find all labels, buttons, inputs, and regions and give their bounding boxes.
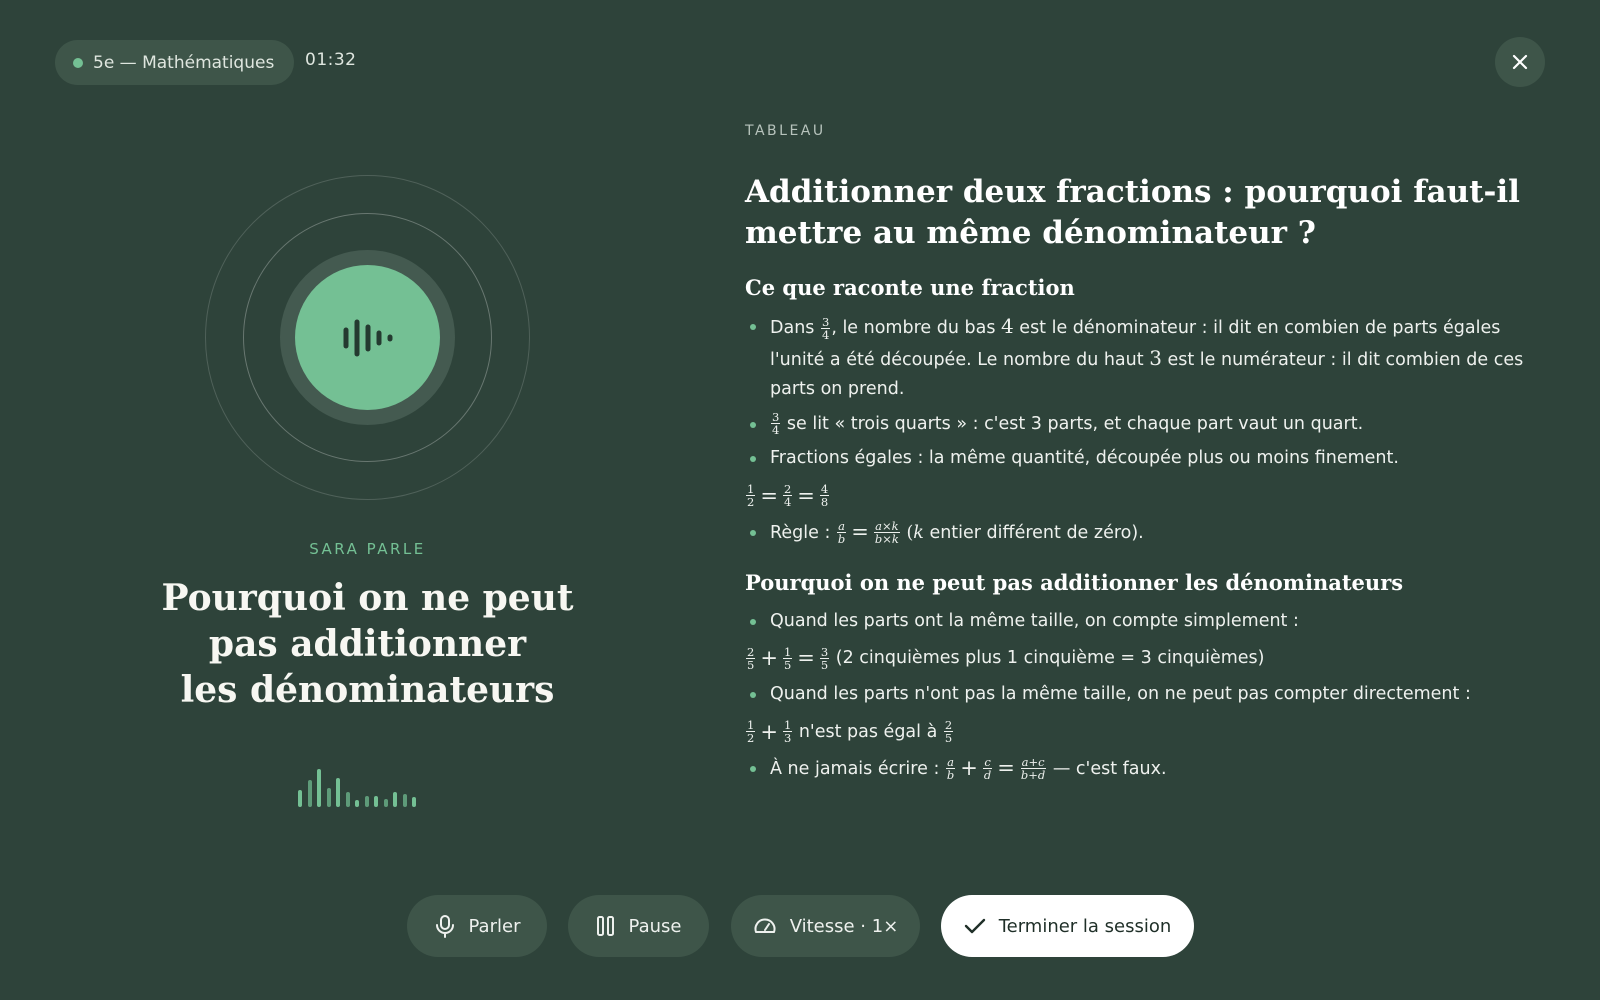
fraction-3-4: 34: [820, 314, 831, 342]
level-bar: [336, 778, 340, 807]
text: (2 cinquièmes plus 1 cinquième = 3 cinqu…: [830, 648, 1265, 669]
text: À ne jamais écrire :: [770, 758, 945, 779]
equation-same-denominator: 2 5 +1 5 = 3 5 (2 cinquièmes plus 1 cinquième …: [746, 644, 1265, 672]
fraction: ab: [837, 518, 847, 546]
text: Dans: [770, 318, 820, 338]
level-bar: [364, 796, 369, 807]
bullet-list: Dans 34, le nombre du bas 4 est le dénom…: [745, 312, 1555, 474]
pause-icon: [596, 916, 614, 936]
pause-button[interactable]: Pause: [568, 895, 709, 957]
pause-label: Pause: [628, 915, 682, 937]
talk-label: Parler: [468, 915, 521, 937]
bullet-list: Quand les parts n'ont pas la même taille…: [745, 680, 1555, 710]
close-button[interactable]: [1495, 37, 1545, 87]
math-number: 3: [1149, 345, 1162, 370]
subject-label: 5e — Mathématiques: [93, 52, 275, 73]
speed-label: Vitesse · 1×: [789, 915, 899, 937]
text: — c'est faux.: [1047, 758, 1167, 779]
voice-orb: [295, 265, 440, 410]
section-heading: Pourquoi on ne peut pas additionner les …: [745, 569, 1404, 595]
microphone-icon: [435, 915, 454, 938]
current-utterance: Pourquoi on ne peut pas additionner les …: [110, 575, 625, 713]
list-item: Quand les parts n'ont pas la même taille…: [745, 680, 1555, 710]
board-content: Ce que raconte une fraction Dans 34, le …: [745, 275, 1555, 789]
utterance-line: pas additionner: [208, 623, 527, 665]
level-bar: [307, 780, 312, 807]
list-item: 34 se lit « trois quarts » : c'est 3 par…: [745, 410, 1555, 440]
equation-not-equal: 1 2 +1 3 n'est pas égal à 25: [746, 718, 954, 746]
section-heading: Ce que raconte une fraction: [745, 275, 1075, 300]
finish-session-label: Terminer la session: [998, 915, 1172, 937]
list-item: Fractions égales : la même quantité, déc…: [745, 444, 1555, 474]
session-timer: 01:32: [305, 50, 357, 70]
bullet-list: Quand les parts ont la même taille, on c…: [745, 607, 1555, 637]
equation-equal-fractions: 1 2 = 2 4 = 4 8: [746, 482, 830, 509]
check-icon: [964, 918, 985, 934]
subject-pill: 5e — Mathématiques: [55, 40, 295, 85]
list-item: Quand les parts ont la même taille, on c…: [745, 607, 1555, 637]
bullet-list: À ne jamais écrire : a b + c d = a+c b+d — c'es…: [745, 754, 1555, 784]
voice-wave-icon: [343, 319, 392, 356]
session-controls: Parler Pause Vitesse · 1× Terminer la se…: [0, 895, 1600, 957]
board-title: Additionner deux fractions : pourquoi fa…: [745, 174, 1520, 251]
bullet-list: Règle : a b = a×k b×k (k entier différent de…: [745, 518, 1555, 548]
level-bar: [345, 792, 350, 807]
level-bar: [298, 790, 302, 807]
text: n'est pas égal à: [793, 721, 943, 742]
text: Fractions égales : la même quantité, déc…: [770, 448, 1399, 468]
text: entier différent de zéro).: [923, 522, 1144, 543]
speed-button[interactable]: Vitesse · 1×: [731, 895, 920, 957]
finish-session-button[interactable]: Terminer la session: [941, 895, 1194, 957]
board-tag: TABLEAU: [745, 123, 826, 139]
level-bar: [317, 769, 321, 807]
fraction: a×k b×k: [874, 518, 900, 546]
text: Règle :: [770, 522, 836, 543]
level-bar: [326, 788, 331, 807]
level-bar: [383, 799, 388, 807]
live-indicator-dot: [73, 57, 83, 68]
talk-button[interactable]: Parler: [407, 895, 547, 957]
gauge-icon: [754, 918, 776, 933]
list-item: Dans 34, le nombre du bas 4 est le dénom…: [745, 312, 1555, 405]
level-bar: [412, 797, 416, 807]
list-item: Règle : a b = a×k b×k (k entier différent de…: [745, 518, 1555, 548]
close-icon: [1512, 54, 1528, 70]
speaker-label: SARA PARLE: [309, 540, 426, 558]
text: Quand les parts ont la même taille, on c…: [770, 610, 1299, 631]
level-bar: [402, 794, 407, 807]
utterance-line: Pourquoi on ne peut: [161, 577, 574, 619]
text: Quand les parts n'ont pas la même taille…: [770, 684, 1471, 705]
speaker-orb: [205, 175, 530, 500]
audio-level-meter: [298, 765, 443, 807]
utterance-line: les dénominateurs: [180, 669, 555, 711]
level-bar: [393, 792, 397, 807]
text: se lit « trois quarts » : c'est 3 parts,…: [781, 413, 1364, 434]
text: , le nombre du bas: [831, 318, 1001, 338]
level-bar: [355, 800, 359, 807]
list-item: À ne jamais écrire : a b + c d = a+c b+d — c'es…: [745, 754, 1555, 784]
level-bar: [374, 796, 378, 807]
math-number: 4: [1001, 314, 1014, 338]
fraction-3-4: 34: [771, 410, 781, 437]
